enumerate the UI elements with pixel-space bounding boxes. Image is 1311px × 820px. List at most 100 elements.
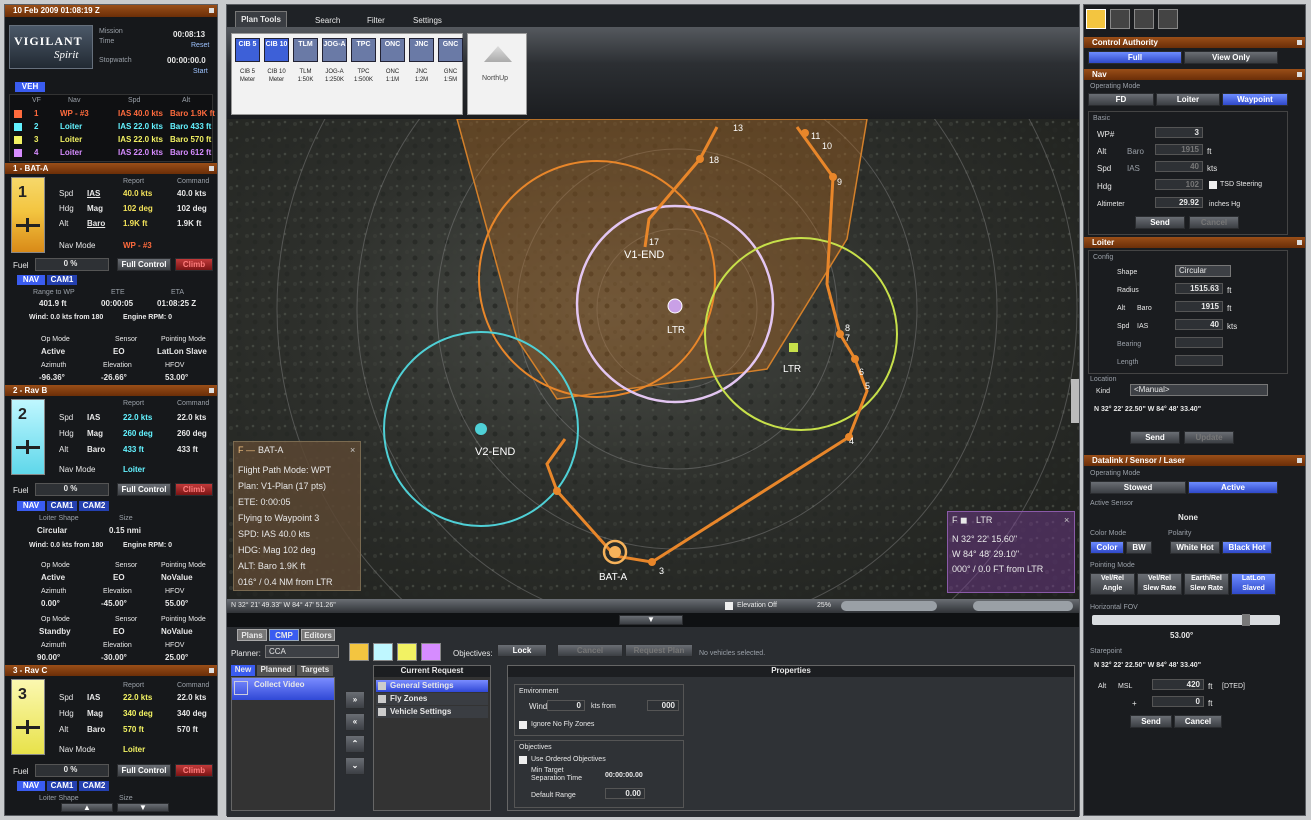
white-hot-button[interactable]: White Hot [1170, 541, 1220, 554]
chart-tool-1[interactable]: CIB 5 CIB 5 Meter [234, 36, 261, 114]
chart-tool-5[interactable]: TPC TPC 1:500K [350, 36, 377, 114]
climb-button-2[interactable]: Climb [175, 483, 213, 496]
bearing-input[interactable] [1175, 337, 1223, 348]
black-hot-button[interactable]: Black Hot [1222, 541, 1272, 554]
wind-from-input[interactable]: 000 [647, 700, 679, 711]
radius-input[interactable]: 1515.63 [1175, 283, 1223, 294]
chart-tool-3[interactable]: TLM TLM 1:50K [292, 36, 319, 114]
request-item[interactable]: General Settings [376, 680, 488, 692]
start-link[interactable]: Start [193, 67, 208, 77]
move-left-icon[interactable]: « [345, 713, 365, 731]
request-item[interactable]: Vehicle Settings [376, 706, 488, 718]
plan-icon-1[interactable] [349, 643, 369, 661]
sensor-send-button[interactable]: Send [1130, 715, 1172, 728]
tab-filter[interactable]: Filter [367, 16, 385, 26]
ltr-marker-pink[interactable] [667, 298, 683, 314]
hdg-input[interactable]: 102 [1155, 179, 1203, 190]
tab-cam1-3[interactable]: CAM1 [47, 781, 77, 791]
pointing-mode-button-4[interactable]: LatLon Slaved [1231, 573, 1276, 595]
select-vehicle-1[interactable] [1086, 9, 1106, 29]
table-row[interactable]: 4 Loiter IAS 22.0 kts Baro 612 ft [10, 147, 212, 159]
tab-cam1-1[interactable]: CAM1 [47, 275, 77, 285]
elevation-checkbox[interactable] [725, 602, 733, 610]
default-range-input[interactable]: 0.00 [605, 788, 645, 799]
collapse-button[interactable]: ▼ [619, 615, 683, 625]
ltr-marker-green[interactable] [789, 343, 798, 352]
bw-button[interactable]: BW [1126, 541, 1152, 554]
full-control-button-1[interactable]: Full Control [117, 258, 171, 271]
scroll-up-button[interactable]: ▲ [61, 803, 113, 812]
plan-icon-2[interactable] [373, 643, 393, 661]
climb-button-1[interactable]: Climb [175, 258, 213, 271]
spd-input[interactable]: 40 [1155, 161, 1203, 172]
zoom-slider[interactable] [841, 601, 937, 611]
list-item[interactable]: Collect Video [232, 678, 334, 700]
fd-mode-button[interactable]: FD [1088, 93, 1154, 106]
move-down-icon[interactable]: ⌄ [345, 757, 365, 775]
tab-nav-2[interactable]: NAV [17, 501, 45, 511]
ignore-nfz-checkbox[interactable] [519, 721, 527, 729]
view-only-button[interactable]: View Only [1184, 51, 1278, 64]
spd-mode-1[interactable]: IAS [87, 189, 100, 199]
planner-dropdown[interactable]: CCA [265, 645, 339, 658]
loiter-send-button[interactable]: Send [1130, 431, 1180, 444]
pointing-mode-button-2[interactable]: Vel/Rel Slew Rate [1137, 573, 1182, 595]
active-button[interactable]: Active [1188, 481, 1278, 494]
color-button[interactable]: Color [1090, 541, 1124, 554]
tab-cmp[interactable]: CMP [269, 629, 299, 641]
sensor-cancel-button[interactable]: Cancel [1174, 715, 1222, 728]
plan-icon-4[interactable] [421, 643, 441, 661]
chart-tool-2[interactable]: CIB 10 CIB 10 Meter [263, 36, 290, 114]
hdg-mode-1[interactable]: Mag [87, 204, 103, 214]
chart-tool-4[interactable]: JOG-A JOG-A 1:250K [321, 36, 348, 114]
tab-nav-1[interactable]: NAV [17, 275, 45, 285]
subtab-targets[interactable]: Targets [297, 665, 333, 676]
close-icon[interactable]: × [1064, 515, 1069, 525]
chart-tool-7[interactable]: JNC JNC 1:2M [408, 36, 435, 114]
vehicle-3-header[interactable]: 3 - Rav C [5, 665, 217, 676]
nav-cancel-button[interactable]: Cancel [1189, 216, 1239, 229]
select-vehicle-4[interactable] [1158, 9, 1178, 29]
chart-tool-8[interactable]: GNC GNC 1:5M [437, 36, 464, 114]
full-control-button-2[interactable]: Full Control [117, 483, 171, 496]
table-row[interactable]: 2 Loiter IAS 22.0 kts Baro 433 ft [10, 121, 212, 133]
map-side-handle[interactable] [1071, 379, 1079, 423]
vehicle-2-header[interactable]: 2 - Rav B [5, 385, 217, 396]
loiter-alt-input[interactable]: 1915 [1175, 301, 1223, 312]
altimeter-input[interactable]: 29.92 [1155, 197, 1203, 208]
cancel-button[interactable]: Cancel [557, 644, 623, 657]
reset-link[interactable]: Reset [191, 41, 209, 51]
move-right-icon[interactable]: » [345, 691, 365, 709]
opacity-slider[interactable] [973, 601, 1073, 611]
loiter-mode-button[interactable]: Loiter [1156, 93, 1220, 106]
waypoint-mode-button[interactable]: Waypoint [1222, 93, 1288, 106]
v2-end-marker[interactable] [475, 423, 487, 435]
lock-button[interactable]: Lock [497, 644, 547, 657]
close-icon[interactable]: × [350, 445, 355, 455]
stare-alt-input[interactable]: 420 [1152, 679, 1204, 690]
veh-tab[interactable]: VEH [15, 82, 45, 92]
tactical-map[interactable]: V2-END V1-END LTR LTR BAT-A 13 11 10 9 8… [227, 119, 1079, 599]
tab-cam2-2[interactable]: CAM2 [79, 501, 109, 511]
min-target-input[interactable]: 00:00:00.00 [605, 771, 643, 781]
climb-button-3[interactable]: Climb [175, 764, 213, 777]
request-plan-button[interactable]: Request Plan [625, 644, 693, 657]
move-up-icon[interactable]: ⌃ [345, 735, 365, 753]
request-item[interactable]: Fly Zones [376, 693, 488, 705]
subtab-planned[interactable]: Planned [257, 665, 295, 676]
table-row[interactable]: 1 WP - #3 IAS 40.0 kts Baro 1.9K ft [10, 108, 215, 120]
select-vehicle-3[interactable] [1134, 9, 1154, 29]
shape-dropdown[interactable]: Circular [1175, 265, 1231, 277]
loiter-update-button[interactable]: Update [1184, 431, 1234, 444]
full-authority-button[interactable]: Full [1088, 51, 1182, 64]
tab-cam2-3[interactable]: CAM2 [79, 781, 109, 791]
tab-settings[interactable]: Settings [413, 16, 442, 26]
loiter-spd-input[interactable]: 40 [1175, 319, 1223, 330]
ordered-objectives-checkbox[interactable] [519, 756, 527, 764]
scroll-down-button[interactable]: ▼ [117, 803, 169, 812]
tab-nav-3[interactable]: NAV [17, 781, 45, 791]
wp-input[interactable]: 3 [1155, 127, 1203, 138]
tab-plan-tools[interactable]: Plan Tools [235, 11, 287, 27]
alt-mode-1[interactable]: Baro [87, 219, 105, 229]
tab-editors[interactable]: Editors [301, 629, 335, 641]
